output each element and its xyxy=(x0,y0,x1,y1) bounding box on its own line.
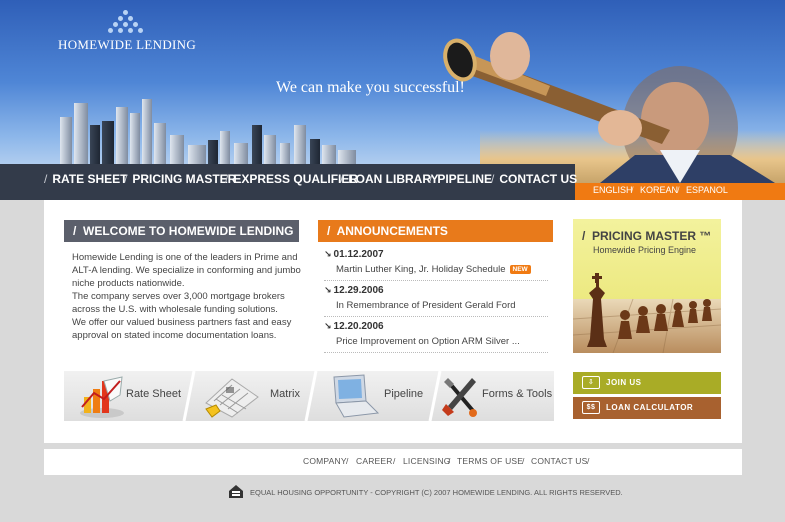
promo-title: / PRICING MASTER ™ xyxy=(582,229,712,243)
welcome-text: Homewide Lending is one of the leaders i… xyxy=(72,251,302,342)
laptop-icon xyxy=(333,374,380,418)
nav-pricing-master[interactable]: / PRICING MASTER xyxy=(124,164,236,194)
pricing-master-promo[interactable]: / PRICING MASTER ™ Homewide Pricing Engi… xyxy=(573,219,721,353)
footer-link-terms[interactable]: TERMS OF USE xyxy=(457,456,523,466)
nav-label: RATE SHEET xyxy=(52,172,128,186)
nav-label: LOAN LIBRARY xyxy=(348,172,439,186)
lang-english[interactable]: ENGLISH xyxy=(593,185,633,195)
quick-link-matrix[interactable]: Matrix xyxy=(194,371,314,421)
language-bar: ENGLISH / KOREAN / ESPANOL xyxy=(575,183,785,200)
copyright-text: EQUAL HOUSING OPPORTUNITY - COPYRIGHT (C… xyxy=(250,488,623,497)
nav-loan-library[interactable]: / LOAN LIBRARY xyxy=(340,164,439,194)
announcement-date: 12.20.2006 xyxy=(333,321,384,332)
chart-icon xyxy=(80,376,124,418)
nav-pipeline[interactable]: / PIPELINE xyxy=(429,164,492,194)
footer-link-licensing[interactable]: LICENSING xyxy=(403,456,451,466)
nav-label: PIPELINE xyxy=(437,172,493,186)
quick-links-strip: Rate Sheet Matrix Pipeline Forms & Tools xyxy=(64,371,554,421)
nav-label: CONTACT US xyxy=(499,172,578,186)
welcome-paragraph: The company serves over 3,000 mortgage b… xyxy=(72,291,285,315)
header-banner: HOMEWIDE LENDING We can make you success… xyxy=(0,0,785,183)
chess-pieces-image xyxy=(573,273,721,353)
nav-express-qualifier[interactable]: / EXPRESS QUALIFIER xyxy=(225,164,358,194)
join-us-button[interactable]: ⇩ JOIN US xyxy=(573,372,721,394)
nav-contact-us[interactable]: / CONTACT US xyxy=(491,164,577,194)
quick-link-pipeline[interactable]: Pipeline xyxy=(318,371,438,421)
logo[interactable]: HOMEWIDE LENDING xyxy=(58,10,208,54)
divider xyxy=(304,371,318,421)
announcement-title[interactable]: Price Improvement on Option ARM Silver .… xyxy=(336,336,520,347)
footer-link-contact[interactable]: CONTACT US xyxy=(531,456,587,466)
logo-text: HOMEWIDE LENDING xyxy=(58,37,197,52)
arrow-icon: ↘ xyxy=(324,249,332,259)
nav-label: PRICING MASTER xyxy=(132,172,237,186)
dollar-icon: $$ xyxy=(582,401,600,414)
footer-links: COMPANY / CAREER / LICENSING / TERMS OF … xyxy=(44,449,742,475)
footer-link-career[interactable]: CAREER xyxy=(356,456,393,466)
nav-rate-sheet[interactable]: / RATE SHEET xyxy=(44,164,127,194)
loan-calculator-button[interactable]: $$ LOAN CALCULATOR xyxy=(573,397,721,419)
businessman-telescope-image xyxy=(443,32,775,183)
announcement-date: 01.12.2007 xyxy=(333,249,384,260)
lang-espanol[interactable]: ESPANOL xyxy=(686,185,728,195)
announcement-item[interactable]: ↘ 01.12.2007 Martin Luther King, Jr. Holi… xyxy=(324,248,548,281)
quick-link-label: Matrix xyxy=(270,388,300,400)
welcome-heading: / WELCOME TO HOMEWIDE LENDING xyxy=(64,220,299,242)
download-icon: ⇩ xyxy=(582,376,600,389)
city-skyline-image xyxy=(60,99,356,165)
quick-link-label: Rate Sheet xyxy=(126,388,182,400)
main-nav: / RATE SHEET / PRICING MASTER / EXPRESS QUA… xyxy=(0,164,577,200)
arrow-icon: ↘ xyxy=(324,321,332,331)
equal-housing-icon xyxy=(229,485,243,498)
welcome-paragraph: We offer our valued business partners fa… xyxy=(72,317,292,341)
announcement-item[interactable]: ↘ 12.29.2006 In Remembrance of President … xyxy=(324,284,548,317)
tools-icon xyxy=(442,378,477,417)
announcement-item[interactable]: ↘ 12.20.2006 Price Improvement on Option … xyxy=(324,320,548,353)
new-badge: NEW xyxy=(509,264,531,274)
announcement-date: 12.29.2006 xyxy=(333,285,384,296)
promo-subtitle: Homewide Pricing Engine xyxy=(593,245,697,255)
logo-dots-icon xyxy=(106,10,146,36)
quick-link-label: Pipeline xyxy=(384,388,424,400)
copyright-bar: EQUAL HOUSING OPPORTUNITY - COPYRIGHT (C… xyxy=(228,484,623,500)
lang-korean[interactable]: KOREAN xyxy=(640,185,678,195)
quick-link-label: Forms & Tools xyxy=(482,388,553,400)
main-content: / WELCOME TO HOMEWIDE LENDING Homewide L… xyxy=(44,200,742,443)
announcements-heading: / ANNOUNCEMENTS xyxy=(318,220,553,242)
announcement-title[interactable]: In Remembrance of President Gerald Ford xyxy=(336,300,516,311)
announcement-title[interactable]: Martin Luther King, Jr. Holiday Schedule xyxy=(336,264,506,275)
quick-link-forms-tools[interactable]: Forms & Tools xyxy=(436,371,554,421)
welcome-paragraph: Homewide Lending is one of the leaders i… xyxy=(72,252,301,289)
footer-link-company[interactable]: COMPANY xyxy=(303,456,347,466)
arrow-icon: ↘ xyxy=(324,285,332,295)
puzzle-icon xyxy=(205,378,259,418)
quick-link-rate-sheet[interactable]: Rate Sheet xyxy=(64,371,189,421)
